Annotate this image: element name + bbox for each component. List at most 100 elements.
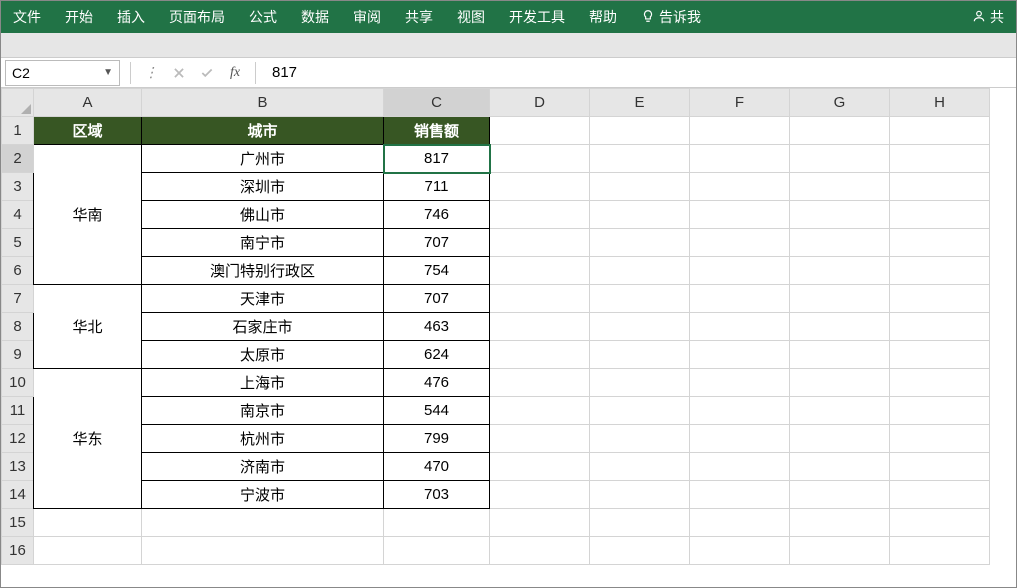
sales-cell-selected[interactable]: 817 [384,145,490,173]
col-header-E[interactable]: E [590,89,690,117]
cell[interactable] [890,481,990,509]
row-header[interactable]: 2 [2,145,34,173]
cell[interactable] [790,509,890,537]
header-sales[interactable]: 销售额 [384,117,490,145]
row-header[interactable]: 15 [2,509,34,537]
city-cell[interactable]: 澳门特别行政区 [142,257,384,285]
ribbon-view[interactable]: 视图 [445,1,497,33]
cell[interactable] [490,173,590,201]
cell[interactable] [790,425,890,453]
cell[interactable] [690,425,790,453]
cell[interactable] [790,229,890,257]
col-header-A[interactable]: A [34,89,142,117]
cell[interactable] [490,425,590,453]
cell[interactable] [590,509,690,537]
cell[interactable] [690,201,790,229]
cell[interactable] [890,173,990,201]
formula-confirm-button[interactable] [193,60,221,86]
col-header-B[interactable]: B [142,89,384,117]
cell[interactable] [790,397,890,425]
cell[interactable] [590,173,690,201]
header-city[interactable]: 城市 [142,117,384,145]
city-cell[interactable]: 杭州市 [142,425,384,453]
cell[interactable] [384,537,490,565]
col-header-F[interactable]: F [690,89,790,117]
cell[interactable] [490,117,590,145]
cell[interactable] [490,313,590,341]
ribbon-share-button[interactable]: 共 [960,1,1016,33]
cell[interactable] [890,369,990,397]
row-header[interactable]: 1 [2,117,34,145]
chevron-down-icon[interactable]: ▼ [103,67,113,78]
col-header-C[interactable]: C [384,89,490,117]
row-header[interactable]: 13 [2,453,34,481]
city-cell[interactable]: 石家庄市 [142,313,384,341]
ribbon-formulas[interactable]: 公式 [237,1,289,33]
formula-cancel-button[interactable] [165,60,193,86]
cell[interactable] [790,145,890,173]
sales-cell[interactable]: 754 [384,257,490,285]
cell[interactable] [890,453,990,481]
cell[interactable] [490,369,590,397]
cell[interactable] [690,537,790,565]
cell[interactable] [790,369,890,397]
cell[interactable] [590,285,690,313]
row-header[interactable]: 10 [2,369,34,397]
cell[interactable] [790,537,890,565]
cell[interactable] [590,397,690,425]
cell[interactable] [790,173,890,201]
cell[interactable] [890,313,990,341]
cell[interactable] [890,537,990,565]
cell[interactable] [890,397,990,425]
formula-input[interactable]: 817 [262,58,1016,87]
sales-cell[interactable]: 746 [384,201,490,229]
cell[interactable] [790,341,890,369]
row-header[interactable]: 3 [2,173,34,201]
col-header-G[interactable]: G [790,89,890,117]
cell[interactable] [890,145,990,173]
cell[interactable] [690,229,790,257]
cell[interactable] [490,145,590,173]
cell[interactable] [690,341,790,369]
cell[interactable] [590,481,690,509]
cell[interactable] [790,117,890,145]
header-region[interactable]: 区域 [34,117,142,145]
col-header-D[interactable]: D [490,89,590,117]
cell[interactable] [590,201,690,229]
cell[interactable] [590,425,690,453]
cell[interactable] [590,537,690,565]
row-header[interactable]: 6 [2,257,34,285]
ribbon-share-tab[interactable]: 共享 [393,1,445,33]
ribbon-data[interactable]: 数据 [289,1,341,33]
cell[interactable] [490,537,590,565]
cell[interactable] [490,341,590,369]
city-cell[interactable]: 深圳市 [142,173,384,201]
cell[interactable] [690,481,790,509]
cell[interactable] [142,537,384,565]
cell[interactable] [590,257,690,285]
cell[interactable] [790,313,890,341]
cell[interactable] [890,229,990,257]
city-cell[interactable]: 上海市 [142,369,384,397]
cell[interactable] [490,509,590,537]
row-header[interactable]: 16 [2,537,34,565]
cell[interactable] [490,481,590,509]
cell[interactable] [790,285,890,313]
sales-cell[interactable]: 711 [384,173,490,201]
cell[interactable] [890,425,990,453]
cell[interactable] [490,397,590,425]
cell[interactable] [490,201,590,229]
city-cell[interactable]: 天津市 [142,285,384,313]
cell[interactable] [384,509,490,537]
ribbon-tell-me[interactable]: 告诉我 [629,1,713,33]
select-all-corner[interactable] [2,89,34,117]
sales-cell[interactable]: 707 [384,285,490,313]
sales-cell[interactable]: 799 [384,425,490,453]
region-cell[interactable]: 华南 [34,145,142,285]
sales-cell[interactable]: 624 [384,341,490,369]
row-header[interactable]: 9 [2,341,34,369]
row-header[interactable]: 12 [2,425,34,453]
cell[interactable] [490,453,590,481]
row-header[interactable]: 5 [2,229,34,257]
spreadsheet-grid[interactable]: A B C D E F G H 1 区域 城市 销售额 2 华南 广州市 817… [1,88,1016,565]
